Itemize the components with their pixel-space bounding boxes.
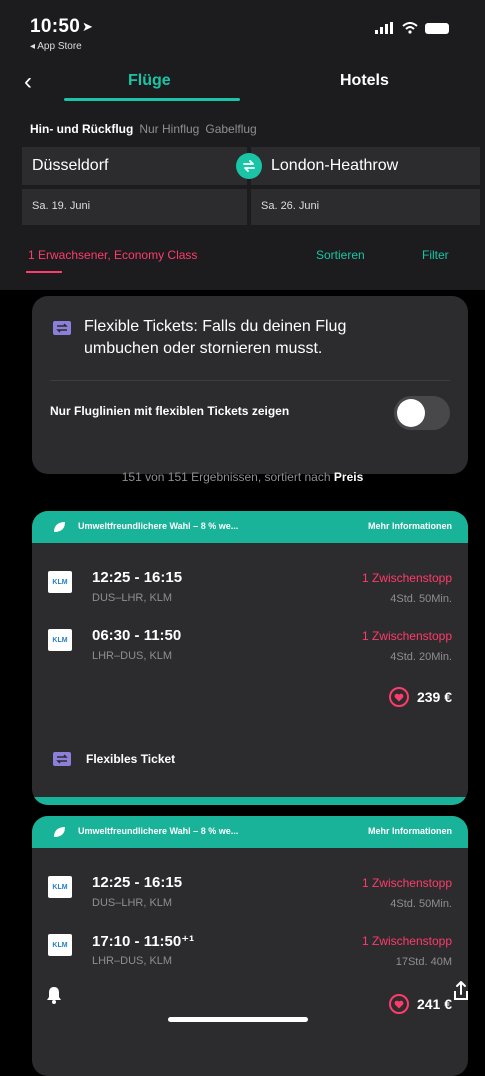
passengers-underline (26, 271, 62, 273)
leg-duration: 4Std. 50Min. (390, 593, 452, 605)
results-sort-key: Preis (333, 470, 364, 484)
more-info-link[interactable]: Mehr Informationen (368, 826, 452, 836)
origin-field[interactable]: Düsseldorf (22, 147, 247, 185)
share-button[interactable] (451, 980, 471, 1007)
results-summary: 151 von 151 Ergebnissen, sortiert nach P… (0, 470, 485, 484)
tab-hotels[interactable]: Hotels (340, 72, 389, 90)
leg-duration: 4Std. 20Min. (390, 651, 452, 663)
sort-button[interactable]: Sortieren (316, 248, 365, 262)
trip-type-round-trip[interactable]: Hin- und Rückflug (30, 122, 133, 136)
heart-icon[interactable] (388, 687, 409, 707)
flight-result-card[interactable]: Umweltfreundlichere Wahl – 8 % we... Meh… (32, 511, 468, 805)
share-icon (454, 981, 468, 1000)
leg-stops: 1 Zwischenstopp (361, 629, 452, 643)
leg-time: 17:10 - 11:50⁺¹ (92, 933, 195, 950)
divider (50, 380, 450, 381)
toggle-knob (397, 399, 425, 427)
leg-route: DUS–LHR, KLM (92, 592, 173, 604)
leg-time: 12:25 - 16:15 (92, 874, 183, 891)
leaf-icon (54, 827, 65, 837)
price: 239 € (416, 689, 452, 705)
tab-flights[interactable]: Flüge (128, 72, 171, 90)
status-bar: 10:50 ➤ ◂ App Store (0, 0, 485, 60)
eco-label: Umweltfreundlichere Wahl – 8 % we... (78, 826, 239, 836)
destination-field[interactable]: London-Heathrow (251, 147, 480, 185)
price: 241 € (416, 996, 452, 1012)
origin-value: Düsseldorf (32, 157, 109, 174)
leg-route: LHR–DUS, KLM (92, 650, 173, 662)
price-alert-button[interactable] (45, 985, 63, 1010)
passengers-class-selector[interactable]: 1 Erwachsener, Economy Class (28, 248, 197, 262)
results-summary-text: 151 von 151 Ergebnissen, sortiert nach (121, 470, 331, 484)
leg-stops: 1 Zwischenstopp (361, 934, 452, 948)
card-accent-bar (32, 797, 468, 805)
swap-icon (243, 160, 255, 172)
departure-date-field[interactable]: Sa. 19. Juni (22, 189, 247, 225)
clock: 10:50 (30, 16, 81, 37)
destination-value: London-Heathrow (271, 157, 399, 174)
leaf-icon (54, 522, 65, 532)
leg-route: LHR–DUS, KLM (92, 955, 173, 967)
active-tab-indicator (64, 98, 240, 101)
flexible-ticket-badge: Flexibles Ticket (52, 751, 175, 767)
leg-duration: 17Std. 40M (395, 956, 452, 968)
location-arrow-icon: ➤ (82, 19, 93, 34)
search-options-row: 1 Erwachsener, Economy Class Sortieren F… (0, 240, 485, 270)
back-button[interactable]: ‹ (24, 70, 32, 94)
battery-icon (425, 22, 449, 34)
leg-stops: 1 Zwischenstopp (361, 876, 452, 890)
return-date-field[interactable]: Sa. 26. Juni (251, 189, 480, 225)
trip-type-multi-city[interactable]: Gabelflug (205, 122, 256, 136)
leg-time: 12:25 - 16:15 (92, 569, 183, 586)
klm-logo: KLM (48, 934, 72, 956)
bell-icon (47, 987, 61, 1004)
leg-stops: 1 Zwischenstopp (361, 571, 452, 585)
heart-icon[interactable] (388, 994, 409, 1014)
cellular-signal-icon (375, 22, 393, 34)
flight-leg: KLM 12:25 - 16:15 DUS–LHR, KLM 1 Zwische… (32, 565, 468, 615)
eco-banner: Umweltfreundlichere Wahl – 8 % we... Meh… (32, 511, 468, 543)
swap-airports-button[interactable] (236, 153, 262, 179)
flexible-tickets-text: Flexible Tickets: Falls du deinen Flug u… (84, 318, 347, 357)
flight-result-card[interactable]: Umweltfreundlichere Wahl – 8 % we... Meh… (32, 816, 468, 1076)
status-icons (375, 22, 449, 34)
price-row: 241 € (388, 992, 452, 1016)
ticket-icon (53, 752, 71, 766)
leg-route: DUS–LHR, KLM (92, 897, 173, 909)
flight-leg: KLM 12:25 - 16:15 DUS–LHR, KLM 1 Zwische… (32, 870, 468, 920)
flight-leg: KLM 06:30 - 11:50 LHR–DUS, KLM 1 Zwische… (32, 623, 468, 673)
filter-button[interactable]: Filter (422, 248, 449, 262)
trip-type-one-way[interactable]: Nur Hinflug (139, 122, 199, 136)
more-info-link[interactable]: Mehr Informationen (368, 521, 452, 531)
klm-logo: KLM (48, 571, 72, 593)
flight-leg: KLM 17:10 - 11:50⁺¹ LHR–DUS, KLM 1 Zwisc… (32, 928, 468, 978)
flexible-filter-toggle[interactable] (394, 396, 450, 430)
back-to-app-store[interactable]: ◂ App Store (30, 41, 82, 52)
klm-logo: KLM (48, 876, 72, 898)
eco-label: Umweltfreundlichere Wahl – 8 % we... (78, 521, 239, 531)
leg-duration: 4Std. 50Min. (390, 898, 452, 910)
eco-banner: Umweltfreundlichere Wahl – 8 % we... Meh… (32, 816, 468, 848)
trip-type-selector: Hin- und Rückflug Nur Hinflug Gabelflug (30, 122, 257, 136)
price-row: 239 € (388, 685, 452, 709)
flexible-ticket-label: Flexibles Ticket (86, 752, 176, 766)
ticket-icon (53, 321, 71, 335)
flexible-tickets-card: Flexible Tickets: Falls du deinen Flug u… (32, 296, 468, 474)
leg-time: 06:30 - 11:50 (92, 627, 182, 644)
klm-logo: KLM (48, 629, 72, 651)
return-date-value: Sa. 26. Juni (261, 200, 320, 212)
flexible-filter-label: Nur Fluglinien mit flexiblen Tickets zei… (50, 404, 290, 418)
home-indicator (168, 1017, 308, 1022)
wifi-icon (402, 22, 418, 34)
departure-date-value: Sa. 19. Juni (32, 200, 91, 212)
